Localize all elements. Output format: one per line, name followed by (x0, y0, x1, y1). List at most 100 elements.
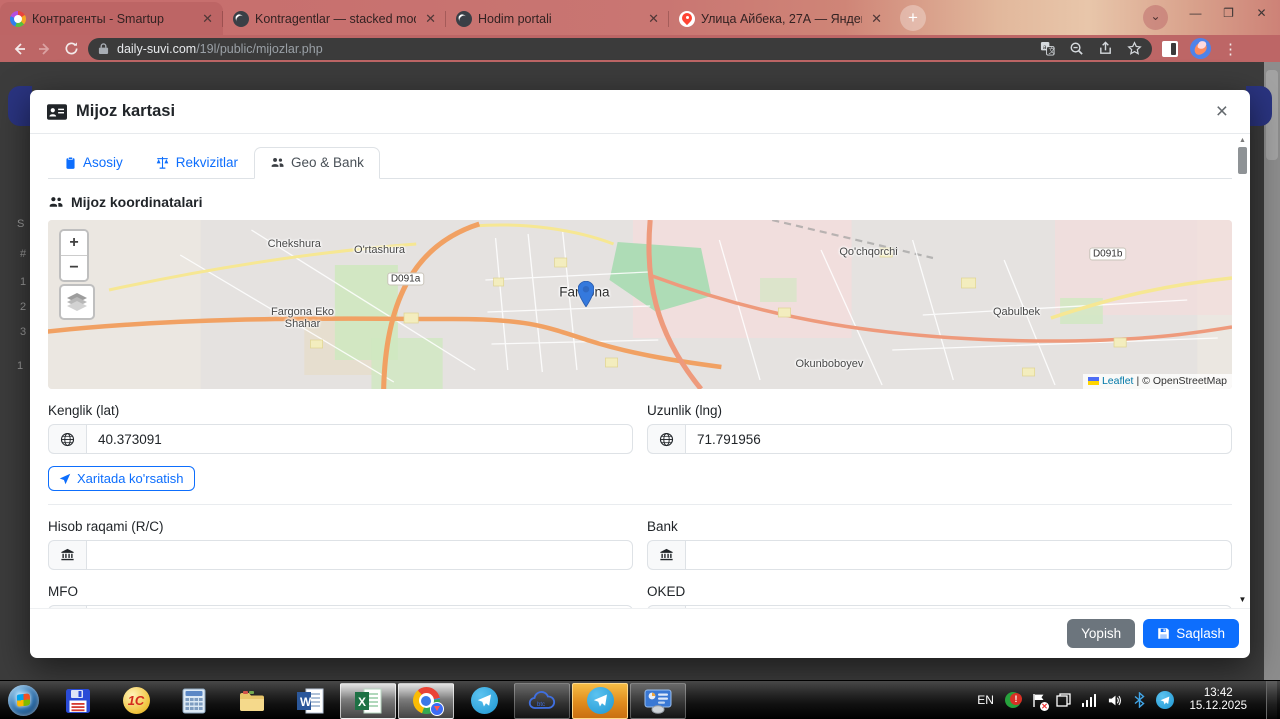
map-marker-pin-icon[interactable] (578, 281, 595, 308)
leaflet-link[interactable]: Leaflet (1102, 375, 1134, 387)
save-floppy-icon (1158, 628, 1169, 639)
tab-search-chevron-icon[interactable]: ⌄ (1143, 5, 1168, 30)
taskbar-excel-app[interactable]: X (340, 682, 396, 719)
tab-close-icon[interactable]: ✕ (422, 10, 439, 27)
background-text-fragment: 1 (20, 276, 27, 288)
tab-close-icon[interactable]: ✕ (868, 10, 885, 27)
address-bar[interactable]: daily-suvi.com/19l/public/mijozlar.php a… (88, 37, 1152, 60)
taskbar-chrome-app[interactable] (398, 682, 454, 719)
taskbar-btc-cloud-app[interactable]: btc (514, 682, 570, 719)
mfo-label: MFO (48, 584, 78, 599)
zoom-in-button[interactable]: + (61, 231, 87, 255)
browser-toolbar: daily-suvi.com/19l/public/mijozlar.php a… (0, 35, 1280, 62)
tray-window-icon[interactable] (1056, 693, 1071, 707)
layers-icon (67, 293, 87, 311)
tab-asosiy[interactable]: Asosiy (48, 147, 139, 179)
profile-avatar[interactable] (1190, 38, 1211, 59)
modal-body: Asosiy Rekvizitlar Geo & Bank Mijoz koor… (30, 134, 1250, 608)
share-icon[interactable] (1098, 41, 1113, 56)
scales-icon (156, 156, 169, 169)
bank-input[interactable] (685, 540, 1232, 570)
tab-rekvizitlar[interactable]: Rekvizitlar (139, 147, 254, 179)
browser-tab-4[interactable]: Улица Айбека, 27А — Яндекс Ка ✕ (668, 2, 892, 35)
bookmark-star-icon[interactable] (1127, 41, 1142, 56)
taskbar-word-app[interactable]: W (282, 683, 338, 719)
account-input[interactable] (86, 540, 633, 570)
zoom-icon[interactable] (1069, 41, 1084, 56)
bluetooth-icon[interactable] (1134, 692, 1146, 708)
taskbar-explorer-app[interactable] (224, 683, 280, 719)
map-layers-button[interactable] (59, 284, 95, 320)
modal-scrollbar[interactable]: ▲ ▼ (1237, 137, 1248, 604)
antivirus-tray-icon[interactable] (1004, 692, 1022, 708)
lng-input[interactable] (685, 424, 1232, 454)
tab-title: Контрагенты - Smartup (32, 11, 164, 26)
show-desktop-button[interactable] (1266, 680, 1277, 719)
background-text-fragment: 3 (20, 326, 27, 338)
globe-icon (48, 424, 86, 454)
forward-button[interactable] (32, 37, 58, 61)
new-tab-button[interactable]: + (900, 5, 926, 31)
taskbar-floppy-app[interactable] (50, 683, 106, 719)
send-arrow-icon (59, 473, 71, 484)
lat-label: Kenglik (lat) (48, 403, 120, 418)
background-text-fragment: S (17, 218, 25, 230)
map-zoom-control: + − (59, 229, 89, 282)
show-on-map-button[interactable]: Xaritada ko'rsatish (48, 466, 195, 491)
floppy-disk-icon (66, 688, 90, 713)
taskbar-calculator-app[interactable] (166, 683, 222, 719)
1c-icon: 1С (122, 687, 150, 714)
close-button[interactable]: Yopish (1067, 619, 1136, 648)
translate-icon[interactable]: a文 (1040, 41, 1055, 56)
map-attribution: Leaflet | © OpenStreetMap (1082, 374, 1232, 389)
modal-close-icon[interactable]: × (1211, 100, 1233, 124)
folder-icon (240, 690, 264, 711)
taskbar-1c-app[interactable]: 1С (108, 683, 164, 719)
bank-icon (48, 540, 86, 570)
browser-menu-icon[interactable]: ⋮ (1223, 40, 1238, 58)
browser-tab-3[interactable]: Hodim portali ✕ (445, 2, 669, 35)
browser-tabstrip: Контрагенты - Smartup ✕ Kontragentlar — … (0, 0, 1280, 35)
back-button[interactable] (6, 37, 32, 61)
action-center-flag-icon[interactable] (1032, 693, 1049, 711)
taskbar-remote-settings-app[interactable] (630, 682, 686, 719)
close-window-button[interactable]: ✕ (1245, 2, 1278, 24)
tab-title: Улица Айбека, 27А — Яндекс Ка (701, 11, 862, 26)
lat-input[interactable] (86, 424, 633, 454)
scrollbar-thumb[interactable] (1238, 147, 1247, 174)
url-path: /19l/public/mijozlar.php (196, 41, 323, 56)
taskbar-clock[interactable]: 13:42 15.12.2025 (1189, 687, 1247, 713)
taskbar-telegram-alert-app[interactable] (572, 682, 628, 719)
yandex-maps-favicon-icon (679, 10, 695, 27)
volume-icon[interactable] (1107, 693, 1123, 708)
restore-button[interactable]: ❐ (1212, 2, 1245, 24)
telegram-tray-icon[interactable] (1156, 691, 1175, 709)
section-title: Mijoz koordinatalari (48, 194, 1232, 210)
tab-close-icon[interactable]: ✕ (645, 10, 662, 27)
clipboard-icon (66, 156, 75, 169)
zoom-out-button[interactable]: − (61, 255, 87, 280)
tab-label: Rekvizitlar (175, 155, 239, 170)
network-signal-icon[interactable] (1081, 693, 1097, 707)
language-indicator[interactable]: EN (977, 693, 994, 707)
tab-close-icon[interactable]: ✕ (199, 10, 216, 27)
start-button[interactable] (8, 684, 39, 716)
scroll-up-arrow-icon[interactable]: ▲ (1237, 137, 1248, 144)
map-canvas[interactable] (48, 220, 1232, 389)
scroll-down-arrow-icon[interactable]: ▼ (1237, 595, 1248, 604)
btc-label: btc (537, 702, 545, 708)
browser-tab-2[interactable]: Kontragentlar — stacked modal ( ✕ (222, 2, 446, 35)
reload-button[interactable] (58, 37, 84, 61)
background-text-fragment: # (20, 248, 27, 260)
minimize-button[interactable]: — (1179, 2, 1212, 24)
account-label: Hisob raqami (R/C) (48, 519, 164, 534)
tab-geo-bank[interactable]: Geo & Bank (254, 147, 380, 179)
browser-tab-1[interactable]: Контрагенты - Smartup ✕ (0, 2, 223, 35)
taskbar-telegram-app[interactable] (456, 683, 512, 719)
page-scrollbar[interactable] (1264, 62, 1280, 680)
leaflet-map[interactable]: Chekshura O'rtashura D091a D091b Fargona… (48, 220, 1232, 389)
attribution-separator: | (1136, 375, 1140, 387)
save-button[interactable]: Saqlash (1143, 619, 1239, 648)
side-panel-icon[interactable] (1162, 40, 1178, 57)
system-tray: EN 13:42 15.12.2025 (977, 680, 1280, 719)
